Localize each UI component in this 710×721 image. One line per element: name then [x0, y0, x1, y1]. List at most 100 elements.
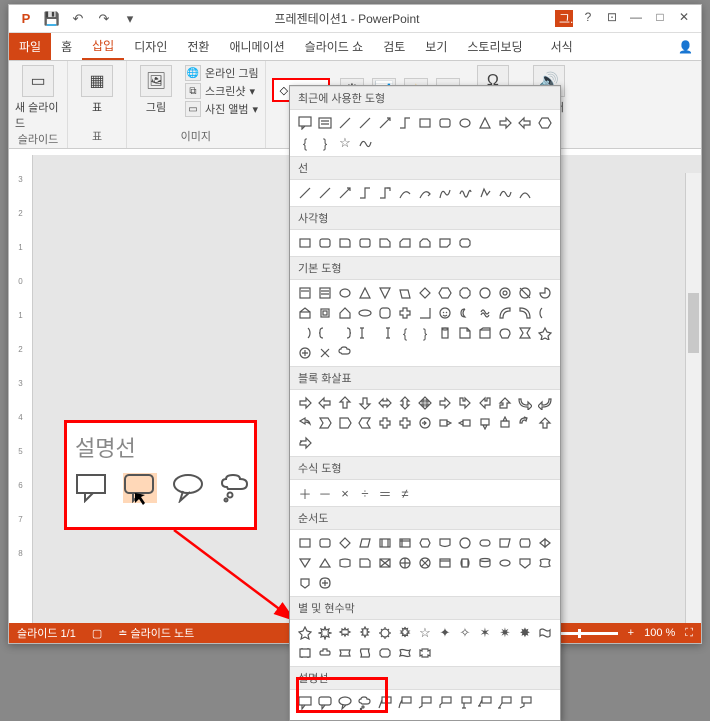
- shape-line[interactable]: [336, 114, 354, 132]
- shape-item[interactable]: [456, 534, 474, 552]
- table-button[interactable]: ▦ 표: [74, 65, 120, 115]
- shape-item[interactable]: [476, 534, 494, 552]
- shape-item[interactable]: [456, 304, 474, 322]
- online-pictures-button[interactable]: 🌐온라인 그림: [185, 65, 259, 81]
- shape-item[interactable]: [336, 534, 354, 552]
- shape-line-b[interactable]: [316, 184, 334, 202]
- shape-elbow2[interactable]: [376, 184, 394, 202]
- zoom-level[interactable]: 100 %: [644, 627, 675, 639]
- tab-animations[interactable]: 애니메이션: [219, 33, 294, 60]
- shape-item[interactable]: [436, 304, 454, 322]
- shape-item[interactable]: [336, 554, 354, 572]
- shape-item[interactable]: ✦: [436, 624, 454, 642]
- shape-arrow[interactable]: [376, 114, 394, 132]
- shape-curve[interactable]: [396, 184, 414, 202]
- shape-minus[interactable]: －: [316, 484, 334, 502]
- shape-item[interactable]: [516, 554, 534, 572]
- callout-bar2[interactable]: [476, 694, 494, 712]
- shape-r6[interactable]: [396, 234, 414, 252]
- shape-item[interactable]: [456, 554, 474, 572]
- shape-item[interactable]: [416, 554, 434, 572]
- app-icon[interactable]: P: [15, 8, 37, 30]
- shape-item[interactable]: [416, 414, 434, 432]
- shape-item[interactable]: [396, 414, 414, 432]
- shape-item[interactable]: [436, 554, 454, 572]
- shape-item[interactable]: [296, 324, 314, 342]
- shape-item[interactable]: [296, 414, 314, 432]
- callout-bar3[interactable]: [496, 694, 514, 712]
- shape-plus[interactable]: ＋: [296, 484, 314, 502]
- fit-window-icon[interactable]: ⛶: [685, 627, 693, 640]
- shape-item[interactable]: [356, 554, 374, 572]
- shape-item[interactable]: [456, 394, 474, 412]
- vertical-scrollbar[interactable]: [685, 173, 701, 623]
- shape-larrow[interactable]: [516, 114, 534, 132]
- shape-item[interactable]: [476, 324, 494, 342]
- shape-item[interactable]: [376, 554, 394, 572]
- shape-freeform[interactable]: [356, 134, 374, 152]
- shape-item[interactable]: [516, 324, 534, 342]
- redo-icon[interactable]: ↷: [93, 8, 115, 30]
- shape-item[interactable]: [316, 644, 334, 662]
- shape-line2[interactable]: [356, 114, 374, 132]
- shape-item[interactable]: [316, 304, 334, 322]
- shape-curve3[interactable]: [436, 184, 454, 202]
- callout-line1[interactable]: [376, 694, 394, 712]
- shape-item[interactable]: [436, 394, 454, 412]
- callout-line2[interactable]: [396, 694, 414, 712]
- shape-item[interactable]: [356, 284, 374, 302]
- notes-button[interactable]: ≐ 슬라이드 노트: [118, 625, 194, 641]
- shape-item[interactable]: [496, 534, 514, 552]
- shape-item[interactable]: [296, 574, 314, 592]
- shape-item[interactable]: [296, 344, 314, 362]
- shape-item[interactable]: [496, 284, 514, 302]
- shape-item[interactable]: [316, 414, 334, 432]
- tab-design[interactable]: 디자인: [124, 33, 177, 60]
- callout-rect[interactable]: [296, 694, 314, 712]
- shape-item[interactable]: {: [396, 324, 414, 342]
- shape-item[interactable]: [356, 304, 374, 322]
- shape-item[interactable]: [536, 284, 554, 302]
- shape-item[interactable]: [536, 324, 554, 342]
- shape-item[interactable]: }: [416, 324, 434, 342]
- shape-r9[interactable]: [456, 234, 474, 252]
- shape-item[interactable]: [476, 304, 494, 322]
- shape-textbox[interactable]: [316, 114, 334, 132]
- shape-item[interactable]: [456, 284, 474, 302]
- tab-review[interactable]: 검토: [373, 33, 415, 60]
- shape-freeform4[interactable]: [516, 184, 534, 202]
- shape-item[interactable]: [456, 414, 474, 432]
- zoom-in-button[interactable]: +: [628, 627, 634, 639]
- shape-r2[interactable]: [316, 234, 334, 252]
- shape-r1[interactable]: [296, 234, 314, 252]
- shape-div[interactable]: ÷: [356, 484, 374, 502]
- shape-neq[interactable]: ≠: [396, 484, 414, 502]
- shape-item[interactable]: [536, 304, 554, 322]
- shape-item[interactable]: ✷: [496, 624, 514, 642]
- tab-insert[interactable]: 삽입: [82, 33, 124, 60]
- shape-item[interactable]: [436, 414, 454, 432]
- shape-item[interactable]: [516, 394, 534, 412]
- shape-item[interactable]: [496, 324, 514, 342]
- shape-item[interactable]: [296, 534, 314, 552]
- shape-item[interactable]: [396, 534, 414, 552]
- tab-slideshow[interactable]: 슬라이드 쇼: [295, 33, 374, 60]
- callout-bar1[interactable]: [456, 694, 474, 712]
- shape-item[interactable]: [516, 304, 534, 322]
- shape-item[interactable]: [336, 324, 354, 342]
- shape-rbrace[interactable]: }: [316, 134, 334, 152]
- shape-item[interactable]: [316, 624, 334, 642]
- shape-item[interactable]: [496, 304, 514, 322]
- shape-item[interactable]: [376, 284, 394, 302]
- shape-item[interactable]: [356, 534, 374, 552]
- shape-item[interactable]: [376, 534, 394, 552]
- undo-icon[interactable]: ↶: [67, 8, 89, 30]
- zoom-callout-rect[interactable]: [75, 473, 109, 503]
- shape-item[interactable]: [356, 644, 374, 662]
- shape-item[interactable]: [536, 624, 554, 642]
- zoom-callout-cloud[interactable]: [219, 473, 253, 503]
- callout-bar4[interactable]: [516, 694, 534, 712]
- shape-line-c[interactable]: [336, 184, 354, 202]
- shape-r7[interactable]: [416, 234, 434, 252]
- tab-home[interactable]: 홈: [51, 33, 82, 60]
